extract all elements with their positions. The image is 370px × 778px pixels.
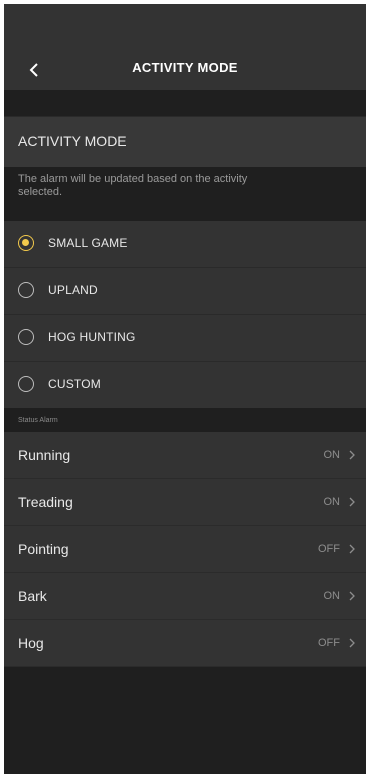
alarm-row-pointing[interactable]: Pointing OFF [4, 526, 366, 573]
alarm-row-hog[interactable]: Hog OFF [4, 620, 366, 667]
alarm-value: ON [323, 590, 341, 602]
section-description: The alarm will be updated based on the a… [4, 167, 366, 221]
spacer [4, 90, 366, 116]
mode-option-hog-hunting[interactable]: HOG HUNTING [4, 315, 366, 362]
alarm-label: Running [18, 447, 71, 463]
status-alarm-caption: Status Alarm [4, 408, 366, 432]
mode-label: UPLAND [48, 283, 98, 297]
mode-label: CUSTOM [48, 377, 101, 391]
chevron-right-icon [349, 497, 355, 507]
mode-label: HOG HUNTING [48, 330, 136, 344]
alarm-row-running[interactable]: Running ON [4, 432, 366, 479]
activity-mode-list: SMALL GAME UPLAND HOG HUNTING CUSTOM [4, 221, 366, 409]
phone-screen: ACTIVITY MODE ACTIVITY MODE The alarm wi… [4, 4, 366, 774]
section-title: ACTIVITY MODE [18, 133, 127, 149]
alarm-label: Bark [18, 588, 47, 604]
chevron-right-icon [349, 450, 355, 460]
page-title: ACTIVITY MODE [132, 60, 238, 75]
alarm-row-bark[interactable]: Bark ON [4, 573, 366, 620]
mode-option-custom[interactable]: CUSTOM [4, 362, 366, 409]
mode-option-upland[interactable]: UPLAND [4, 268, 366, 315]
alarm-label: Pointing [18, 541, 69, 557]
alarm-label: Hog [18, 635, 44, 651]
empty-area [4, 667, 366, 774]
radio-unselected-icon[interactable] [18, 376, 34, 392]
alarm-row-treading[interactable]: Treading ON [4, 479, 366, 526]
mode-option-small-game[interactable]: SMALL GAME [4, 221, 366, 268]
alarm-value: ON [323, 496, 341, 508]
alarm-label: Treading [18, 494, 73, 510]
alarm-value: OFF [318, 543, 340, 555]
description-text: The alarm will be updated based on the a… [18, 173, 248, 198]
radio-selected-icon[interactable] [18, 235, 34, 251]
status-alarm-caption-text: Status Alarm [18, 417, 58, 424]
alarm-value: ON [323, 449, 341, 461]
chevron-right-icon [349, 544, 355, 554]
status-alarm-list: Running ON Treading ON Pointing OFF Bark… [4, 432, 366, 667]
radio-unselected-icon[interactable] [18, 329, 34, 345]
alarm-value: OFF [318, 637, 340, 649]
top-bar: ACTIVITY MODE [4, 4, 366, 90]
section-header: ACTIVITY MODE [4, 116, 366, 167]
radio-unselected-icon[interactable] [18, 282, 34, 298]
chevron-right-icon [349, 591, 355, 601]
chevron-right-icon [349, 638, 355, 648]
mode-label: SMALL GAME [48, 236, 128, 250]
